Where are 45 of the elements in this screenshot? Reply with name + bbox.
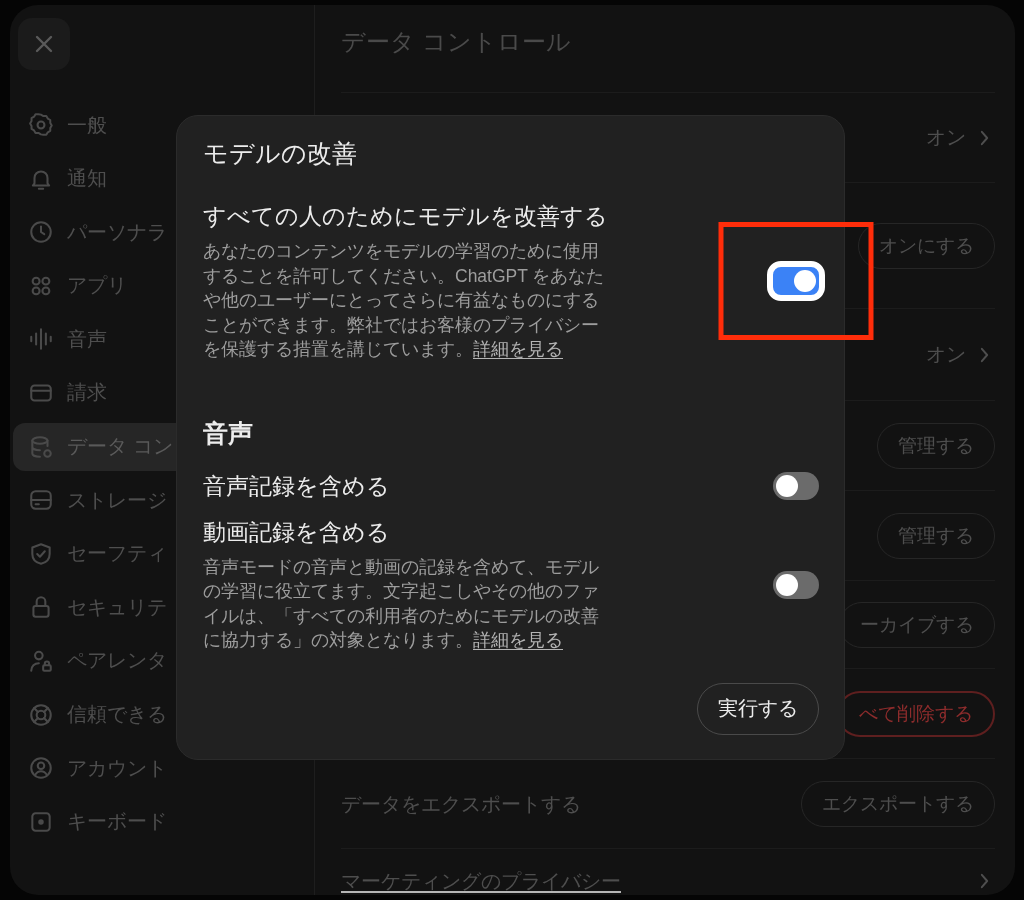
setting-label: データをエクスポートする xyxy=(341,792,581,815)
setting-title: 音声記録を含める xyxy=(203,471,391,501)
sidebar-item-label: キーボード xyxy=(67,809,167,835)
setting-title: すべての人のためにモデルを改善する xyxy=(203,202,609,231)
setting-description: あなたのコンテンツをモデルの学習のために使用することを許可してください。ChatGPT をあなたや他のユーザーにとってさらに有益なものにすることができます。弊社ではお客様のプライバシーを保護する措置を講じています。詳細を見る xyxy=(203,240,606,361)
sidebar-item[interactable]: キーボード xyxy=(13,797,304,846)
setting-description: 音声モードの音声と動画の記録を含めて、モデルの学習に役立てます。文字起こしやその他のファイルは、「すべての利用者のためにモデルの改善に協力する」の対象となります。詳細を見る xyxy=(203,555,600,652)
sidebar-item-label: パーソナラ xyxy=(67,219,167,245)
learn-more-link[interactable]: 詳細を見る xyxy=(473,339,563,359)
sidebar-item[interactable]: 請求 xyxy=(13,368,304,417)
setting-value: オン xyxy=(926,342,966,367)
sidebar-item-label: 一般 xyxy=(67,112,107,138)
user-circle-icon xyxy=(28,755,54,782)
gear-icon xyxy=(28,112,54,138)
toggle-switch[interactable] xyxy=(773,471,819,500)
sidebar-item-label: ストレージ xyxy=(67,487,167,513)
setting-value: オン xyxy=(926,125,966,150)
lifebuoy-icon xyxy=(28,701,54,728)
sidebar-item-label: 請求 xyxy=(67,380,107,406)
sidebar-item-label: 音声 xyxy=(67,326,107,352)
toggle-switch[interactable] xyxy=(767,261,825,302)
sidebar-item-label: 通知 xyxy=(67,166,107,192)
close-button[interactable] xyxy=(18,18,70,70)
sidebar-item[interactable]: 信頼できる xyxy=(13,690,304,739)
chevron-right-icon xyxy=(980,346,989,363)
sidebar-item-label: 信頼できる xyxy=(67,702,167,728)
sidebar-item-label: アプリ xyxy=(67,273,127,299)
setting-title: 動画記録を含める xyxy=(203,517,391,547)
learn-more-link[interactable]: 詳細を見る xyxy=(473,630,563,650)
clock-icon xyxy=(28,219,54,246)
shield-check-icon xyxy=(28,540,54,567)
sidebar-item-label: セーフティ xyxy=(67,541,167,567)
close-icon xyxy=(34,34,54,54)
chevron-right-icon xyxy=(980,129,989,146)
sidebar-item-label: アカウント xyxy=(67,755,167,781)
dialog-title: モデルの改善 xyxy=(203,138,358,168)
chevron-right-icon xyxy=(980,873,989,889)
page-title: データ コントロール xyxy=(341,28,571,55)
setting-label: マーケティングのプライバシー xyxy=(341,870,621,892)
sidebar-item[interactable]: アカウント xyxy=(13,744,304,793)
sidebar-item-label: ペアレンタ xyxy=(67,648,167,674)
toggle-switch[interactable] xyxy=(773,570,819,599)
database-icon xyxy=(28,433,54,460)
waveform-icon xyxy=(28,326,54,353)
sidebar-item-label: セキュリテ xyxy=(67,594,167,620)
